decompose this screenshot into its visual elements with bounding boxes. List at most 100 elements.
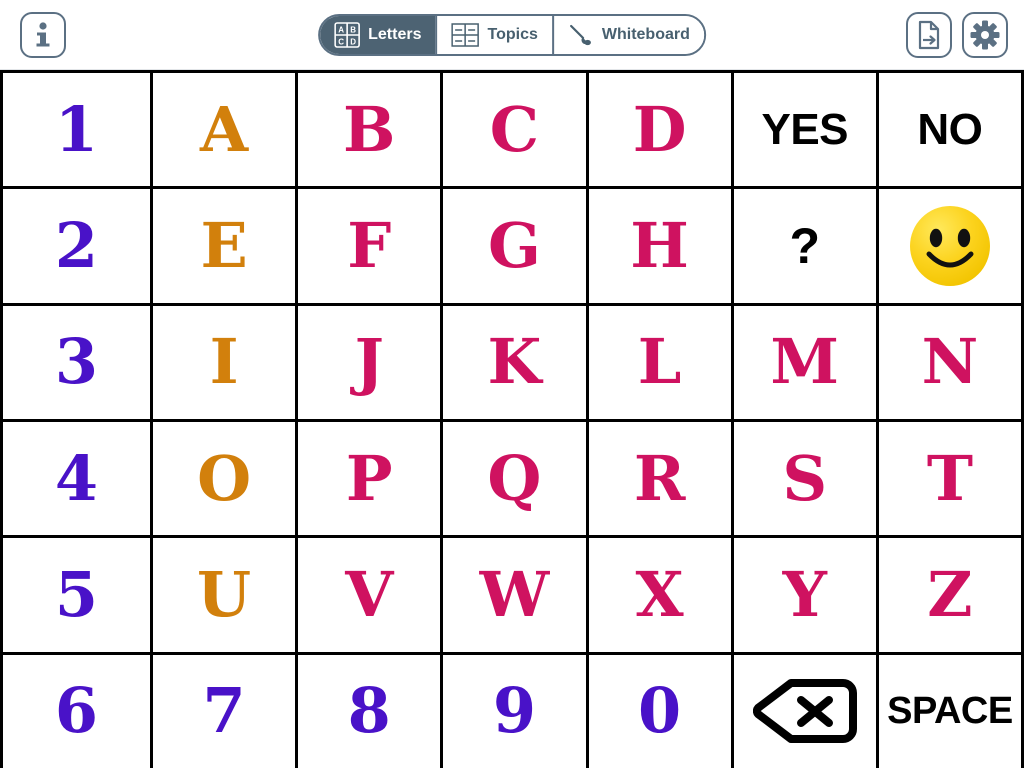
key-letter-M[interactable]: M: [733, 305, 876, 419]
key-label: V: [345, 557, 394, 631]
key-number-9[interactable]: 9: [443, 654, 586, 768]
letter-board-grid: 1 A B C D YES NO 2 E F G H? 3 I J K L M N 4 O P Q R S T 5 U V W X Y Z 6 7…: [0, 70, 1024, 768]
key-letter-O[interactable]: O: [153, 422, 296, 536]
key-letter-P[interactable]: P: [298, 422, 441, 536]
key-question-mark[interactable]: ?: [733, 189, 876, 303]
key-letter-Z[interactable]: Z: [878, 538, 1021, 652]
key-label: Q: [487, 441, 542, 515]
topics-grid-icon: [451, 22, 480, 48]
key-number-7[interactable]: 7: [153, 654, 296, 768]
key-number-4[interactable]: 4: [3, 422, 150, 536]
key-letter-A[interactable]: A: [153, 73, 296, 187]
key-label: P: [345, 441, 393, 515]
key-number-1[interactable]: 1: [3, 73, 150, 187]
key-smiley[interactable]: [878, 189, 1021, 303]
key-letter-I[interactable]: I: [153, 305, 296, 419]
key-letter-H[interactable]: H: [588, 189, 731, 303]
key-letter-E[interactable]: E: [153, 189, 296, 303]
key-letter-U[interactable]: U: [153, 538, 296, 652]
key-letter-T[interactable]: T: [878, 422, 1021, 536]
key-label: Z: [927, 557, 973, 631]
key-number-2[interactable]: 2: [3, 189, 150, 303]
tab-whiteboard[interactable]: Whiteboard: [551, 16, 704, 54]
document-export-icon: [916, 20, 942, 50]
key-label: G: [487, 208, 541, 282]
key-label: 0: [638, 674, 682, 748]
svg-text:B: B: [350, 26, 356, 35]
key-word-space[interactable]: SPACE: [878, 654, 1021, 768]
settings-button[interactable]: [962, 12, 1008, 58]
key-label: T: [926, 441, 973, 515]
key-number-8[interactable]: 8: [298, 654, 441, 768]
key-label: N: [921, 325, 979, 399]
key-letter-R[interactable]: R: [588, 422, 731, 536]
key-label: J: [354, 325, 384, 399]
info-icon: [30, 20, 56, 50]
key-label: O: [197, 441, 252, 515]
key-letter-G[interactable]: G: [443, 189, 586, 303]
key-letter-X[interactable]: X: [588, 538, 731, 652]
svg-text:A: A: [338, 26, 344, 35]
key-letter-V[interactable]: V: [298, 538, 441, 652]
key-letter-J[interactable]: J: [298, 305, 441, 419]
aac-letter-board-app: A B C D Letters Topics Whiteboard 1 A B …: [0, 0, 1024, 768]
key-label: I: [209, 325, 239, 399]
key-label: W: [479, 557, 550, 631]
key-label: 8: [347, 674, 391, 748]
view-mode-tabs: A B C D Letters Topics Whiteboard: [318, 0, 706, 70]
export-button[interactable]: [906, 12, 952, 58]
key-label: R: [633, 441, 686, 515]
key-label: 7: [202, 674, 246, 748]
key-number-5[interactable]: 5: [3, 538, 150, 652]
key-number-3[interactable]: 3: [3, 305, 150, 419]
key-label: M: [770, 325, 840, 399]
key-letter-B[interactable]: B: [298, 73, 441, 187]
key-label: D: [632, 92, 687, 166]
tab-topics[interactable]: Topics: [435, 16, 552, 54]
tab-topics-label: Topics: [487, 26, 538, 43]
tab-letters[interactable]: A B C D Letters: [320, 16, 436, 54]
key-label: F: [347, 208, 392, 282]
key-label: SPACE: [887, 690, 1013, 733]
gear-icon: [970, 20, 1000, 50]
key-label: 4: [54, 441, 99, 515]
key-number-0[interactable]: 0: [588, 654, 731, 768]
key-number-6[interactable]: 6: [3, 654, 150, 768]
toolbar: A B C D Letters Topics Whiteboard: [0, 0, 1024, 70]
key-word-no[interactable]: NO: [878, 73, 1021, 187]
key-label: YES: [761, 104, 849, 154]
tab-letters-label: Letters: [368, 26, 422, 43]
key-label: H: [630, 208, 689, 282]
key-label: C: [489, 92, 540, 166]
paintbrush-icon: [568, 22, 594, 48]
key-label: ?: [789, 217, 821, 274]
key-letter-K[interactable]: K: [443, 305, 586, 419]
key-letter-F[interactable]: F: [298, 189, 441, 303]
info-button[interactable]: [20, 12, 66, 58]
key-letter-N[interactable]: N: [878, 305, 1021, 419]
backspace-icon: [752, 678, 857, 744]
segmented-control: A B C D Letters Topics Whiteboard: [318, 14, 706, 56]
svg-text:C: C: [338, 38, 344, 47]
key-label: U: [197, 557, 252, 631]
key-label: S: [782, 441, 828, 515]
key-letter-Y[interactable]: Y: [733, 538, 876, 652]
key-letter-W[interactable]: W: [443, 538, 586, 652]
key-letter-C[interactable]: C: [443, 73, 586, 187]
key-label: A: [200, 92, 249, 166]
key-label: 5: [54, 557, 99, 631]
key-label: 6: [54, 674, 99, 748]
key-word-yes[interactable]: YES: [733, 73, 876, 187]
key-letter-D[interactable]: D: [588, 73, 731, 187]
key-label: Y: [782, 557, 827, 631]
svg-text:D: D: [350, 38, 356, 47]
smiley-face-icon: [908, 204, 992, 288]
tab-whiteboard-label: Whiteboard: [601, 26, 690, 43]
key-letter-Q[interactable]: Q: [443, 422, 586, 536]
toolbar-right-group: [906, 0, 1008, 70]
key-letter-L[interactable]: L: [588, 305, 731, 419]
key-letter-S[interactable]: S: [733, 422, 876, 536]
key-backspace[interactable]: [733, 654, 876, 768]
key-label: X: [635, 557, 684, 631]
key-label: 9: [492, 674, 536, 748]
